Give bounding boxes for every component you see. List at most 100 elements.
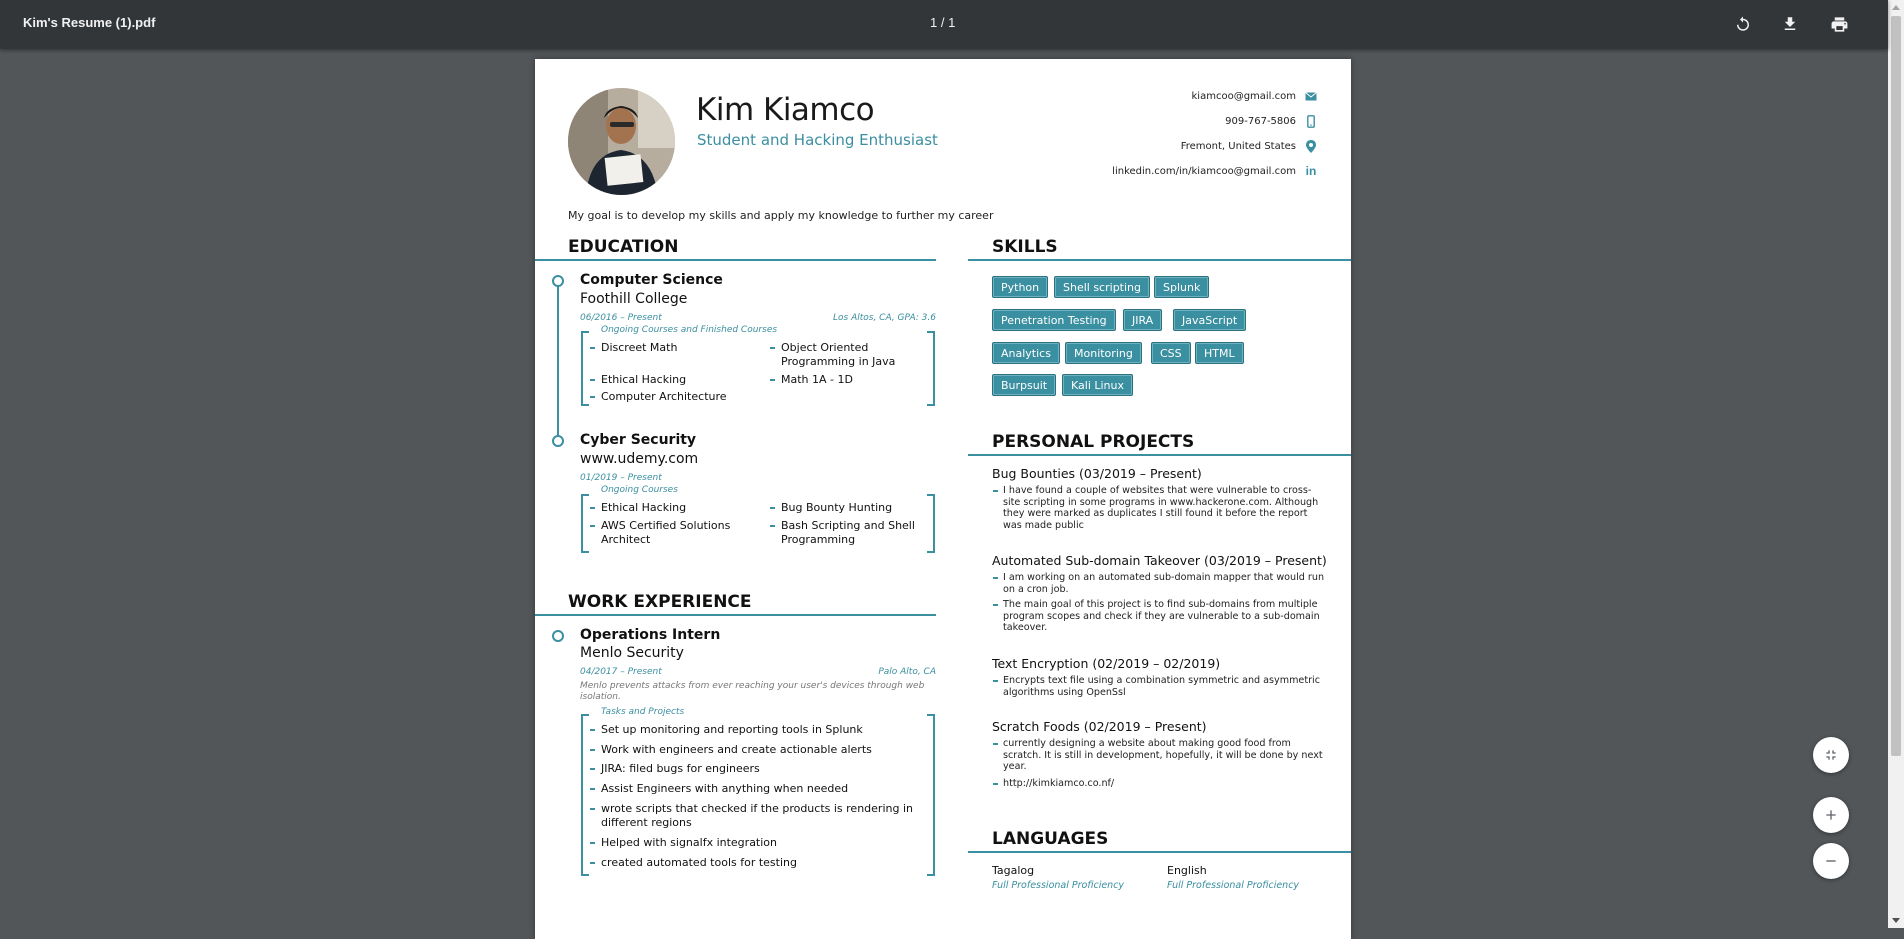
candidate-tagline: Student and Hacking Enthusiast	[697, 131, 938, 149]
language-name: Tagalog	[992, 864, 1035, 877]
project-title: Scratch Foods (02/2019 – Present)	[992, 719, 1207, 734]
entry-dates: 06/2016 – Present	[580, 313, 662, 323]
zoom-out-icon	[1826, 860, 1836, 862]
entry-location: Los Altos, CA, GPA: 3.6	[833, 313, 936, 323]
entry-location: Palo Alto, CA	[878, 667, 936, 677]
skill-tag: Kali Linux	[1062, 374, 1134, 396]
list-item: Work with engineers and create actionabl…	[590, 743, 916, 757]
linkedin-icon: in	[1305, 164, 1317, 178]
fit-page-button[interactable]	[1813, 737, 1849, 773]
project-link[interactable]: http://kimkiamco.co.nf/	[993, 778, 1328, 790]
print-icon	[1831, 16, 1847, 32]
download-button[interactable]	[1778, 12, 1802, 36]
entry-organization: www.udemy.com	[580, 451, 699, 467]
scroll-thumb[interactable]	[1891, 16, 1901, 756]
skills-heading: SKILLS	[992, 237, 1058, 257]
timeline-dot	[552, 435, 564, 447]
entry-description: Menlo prevents attacks from ever reachin…	[580, 681, 925, 702]
list-label: Tasks and Projects	[599, 707, 687, 717]
profile-photo	[568, 88, 675, 195]
language-level: Full Professional Proficiency	[1167, 880, 1300, 891]
list-bracket-right	[927, 494, 935, 553]
document-title: Kim's Resume (1).pdf	[23, 15, 156, 30]
project-item: I have found a couple of websites that w…	[993, 485, 1328, 531]
list-item: JIRA: filed bugs for engineers	[590, 762, 916, 776]
education-timeline	[557, 284, 559, 445]
list-item: Bash Scripting and Shell Programming	[770, 519, 921, 547]
education-heading: EDUCATION	[568, 237, 679, 257]
list-item: Helped with signalfx integration	[590, 836, 916, 850]
rotate-button[interactable]	[1731, 12, 1755, 36]
resume-page: Kim Kiamco Student and Hacking Enthusias…	[535, 59, 1351, 939]
scroll-down-arrow-icon[interactable]	[1892, 918, 1900, 923]
entry-organization: Foothill College	[580, 291, 688, 307]
list-bracket-left	[581, 494, 589, 553]
list-bracket-right	[927, 714, 935, 876]
zoom-in-icon	[1826, 810, 1836, 820]
project-item: The main goal of this project is to find…	[993, 599, 1328, 634]
skill-tag: HTML	[1195, 342, 1244, 364]
work-heading: WORK EXPERIENCE	[568, 592, 752, 612]
download-icon	[1784, 17, 1796, 30]
projects-rule	[968, 454, 1351, 456]
list-item: Assist Engineers with anything when need…	[590, 782, 916, 796]
linkedin-text: linkedin.com/in/kiamcoo@gmail.com	[1112, 165, 1296, 177]
list-item: Math 1A - 1D	[770, 373, 911, 387]
timeline-dot	[552, 275, 564, 287]
list-bracket-left	[581, 714, 589, 876]
contact-email[interactable]: kiamcoo@gmail.com	[1192, 88, 1318, 104]
list-item: wrote scripts that checked if the produc…	[590, 802, 916, 830]
list-item: AWS Certified Solutions Architect	[590, 519, 751, 547]
project-title: Automated Sub-domain Takeover (03/2019 –…	[992, 553, 1327, 568]
email-text: kiamcoo@gmail.com	[1191, 90, 1296, 102]
zoom-out-button[interactable]	[1813, 843, 1849, 879]
skill-tag: JIRA	[1123, 309, 1163, 331]
mail-icon	[1304, 91, 1318, 101]
work-rule	[535, 614, 936, 616]
list-item: Ethical Hacking	[590, 501, 761, 515]
list-bracket-right	[927, 331, 935, 406]
language-level: Full Professional Proficiency	[992, 880, 1125, 891]
projects-heading: PERSONAL PROJECTS	[992, 432, 1195, 452]
zoom-in-button[interactable]	[1813, 797, 1849, 833]
entry-organization: Menlo Security	[580, 645, 684, 661]
contact-location: Fremont, United States	[1181, 138, 1318, 154]
languages-heading: LANGUAGES	[992, 829, 1109, 849]
education-rule	[535, 259, 936, 261]
skill-tag: Monitoring	[1065, 342, 1142, 364]
contact-linkedin[interactable]: linkedin.com/in/kiamcoo@gmail.com in	[1112, 163, 1318, 179]
list-item: Bug Bounty Hunting	[770, 501, 921, 515]
project-item: I am working on an automated sub-domain …	[993, 572, 1328, 595]
list-label: Ongoing Courses	[599, 485, 680, 495]
entry-title: Cyber Security	[580, 432, 697, 448]
fit-page-icon	[1826, 750, 1836, 760]
list-bracket-left	[581, 331, 589, 406]
entry-dates: 01/2019 – Present	[580, 473, 662, 483]
scroll-up-arrow-icon[interactable]	[1892, 5, 1900, 10]
location-text: Fremont, United States	[1180, 140, 1296, 152]
project-item: currently designing a website about maki…	[993, 738, 1328, 773]
candidate-name: Kim Kiamco	[696, 92, 875, 128]
viewer-toolbar: Kim's Resume (1).pdf 1 / 1	[0, 0, 1888, 49]
location-pin-icon	[1304, 139, 1318, 153]
skill-tag: Shell scripting	[1054, 276, 1150, 298]
skill-tag: JavaScript	[1173, 309, 1247, 331]
list-label: Ongoing Courses and Finished Courses	[599, 325, 780, 335]
list-item: Set up monitoring and reporting tools in…	[590, 723, 916, 737]
languages-rule	[968, 851, 1351, 853]
entry-title: Operations Intern	[580, 627, 721, 643]
project-title: Text Encryption (02/2019 – 02/2019)	[992, 656, 1221, 671]
list-item: Object Oriented Programming in Java	[770, 341, 911, 369]
entry-dates: 04/2017 – Present	[580, 667, 662, 677]
project-title: Bug Bounties (03/2019 – Present)	[992, 466, 1202, 481]
career-summary: My goal is to develop my skills and appl…	[568, 209, 994, 222]
print-button[interactable]	[1827, 12, 1851, 36]
document-viewer[interactable]: Kim Kiamco Student and Hacking Enthusias…	[0, 49, 1888, 939]
skill-tag: Burpsuit	[992, 374, 1057, 396]
skill-tag: CSS	[1151, 342, 1191, 364]
vertical-scrollbar[interactable]	[1888, 0, 1904, 928]
list-item: Discreet Math	[590, 341, 761, 355]
skill-tag: Penetration Testing	[992, 309, 1116, 331]
entry-title: Computer Science	[580, 272, 723, 288]
project-item: Encrypts text file using a combination s…	[993, 675, 1328, 698]
